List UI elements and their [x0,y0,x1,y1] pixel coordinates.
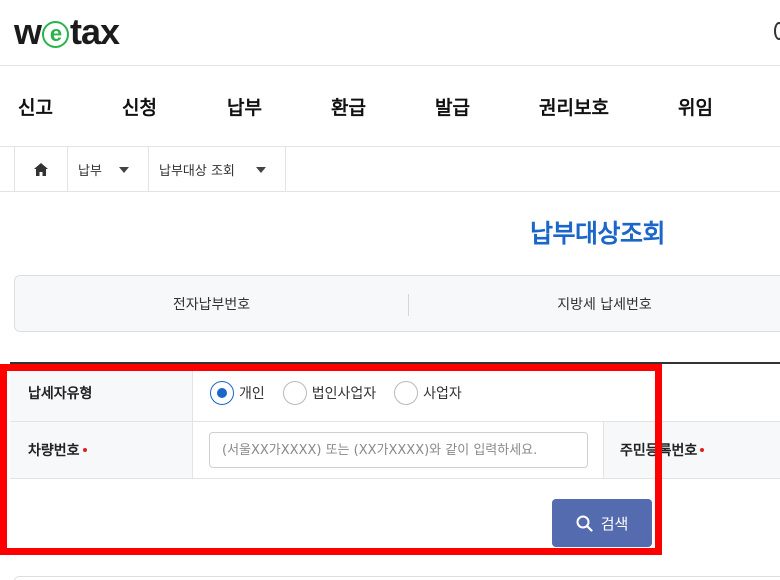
bottom-card-edge [14,576,780,580]
nav-item-issue[interactable]: 발급 [435,93,470,120]
radio-business[interactable]: 사업자 [394,380,462,405]
taxpayer-type-label: 납세자유형 [10,364,193,421]
breadcrumb-level2-label: 납부대상 조회 [159,163,235,179]
radio-individual[interactable]: 개인 [210,380,265,405]
search-icon [576,515,593,532]
chevron-down-icon [119,167,129,173]
nav-item-refund[interactable]: 환급 [331,93,366,120]
nav-item-report[interactable]: 신고 [18,93,53,120]
header-edge-icon[interactable] [774,22,780,40]
logo-e-mark: e [42,21,70,48]
nav-item-rights-protection[interactable]: 권리보호 [539,93,609,120]
vehicle-number-row: 차량번호 주민등록번호 [10,422,780,479]
breadcrumb-level2[interactable]: 납부대상 조회 [149,147,286,191]
radio-circle[interactable] [394,380,419,405]
resident-number-label: 주민등록번호 [620,443,698,459]
logo-prefix: w [14,11,42,52]
radio-label: 사업자 [423,385,462,402]
taxpayer-type-row: 납세자유형 개인 법인사업자 사업자 [10,364,780,422]
vehicle-number-input[interactable] [209,432,588,468]
chevron-down-icon [256,167,266,173]
nav-item-apply[interactable]: 신청 [122,93,157,120]
search-button-label: 검색 [600,514,629,533]
wetax-logo[interactable]: w e tax [14,11,120,52]
radio-label: 법인사업자 [311,385,377,402]
nav-item-payment[interactable]: 납부 [227,93,262,120]
search-button[interactable]: 검색 [552,499,652,547]
page-title: 납부대상조회 [530,219,666,248]
vehicle-number-label-cell: 차량번호 [10,422,193,478]
required-dot-icon [700,448,705,452]
breadcrumb: 납부 납부대상 조회 [0,147,780,192]
tab-local-tax-number[interactable]: 지방세 납세번호 [408,276,780,331]
search-type-tabs: 전자납부번호 지방세 납세번호 [14,275,780,332]
radio-corporate-business[interactable]: 법인사업자 [282,380,377,405]
main-nav: 신고 신청 납부 환급 발급 권리보호 위임 [0,66,780,147]
logo-suffix: tax [70,11,120,52]
radio-circle-selected[interactable] [210,380,234,405]
vehicle-number-label: 차량번호 [28,443,80,459]
breadcrumb-level1[interactable]: 납부 [68,147,149,191]
required-dot-icon [82,448,87,452]
taxpayer-type-radio-group: 개인 법인사업자 사업자 [210,364,480,421]
home-icon [34,162,48,176]
nav-item-delegation[interactable]: 위임 [678,93,713,120]
resident-number-label-cell: 주민등록번호 [603,422,780,478]
breadcrumb-home[interactable] [14,147,68,191]
radio-label: 개인 [239,385,265,402]
tab-electronic-payment-number[interactable]: 전자납부번호 [15,276,408,331]
breadcrumb-level1-label: 납부 [78,163,102,179]
radio-circle[interactable] [282,380,307,405]
site-header: w e tax [0,0,780,66]
